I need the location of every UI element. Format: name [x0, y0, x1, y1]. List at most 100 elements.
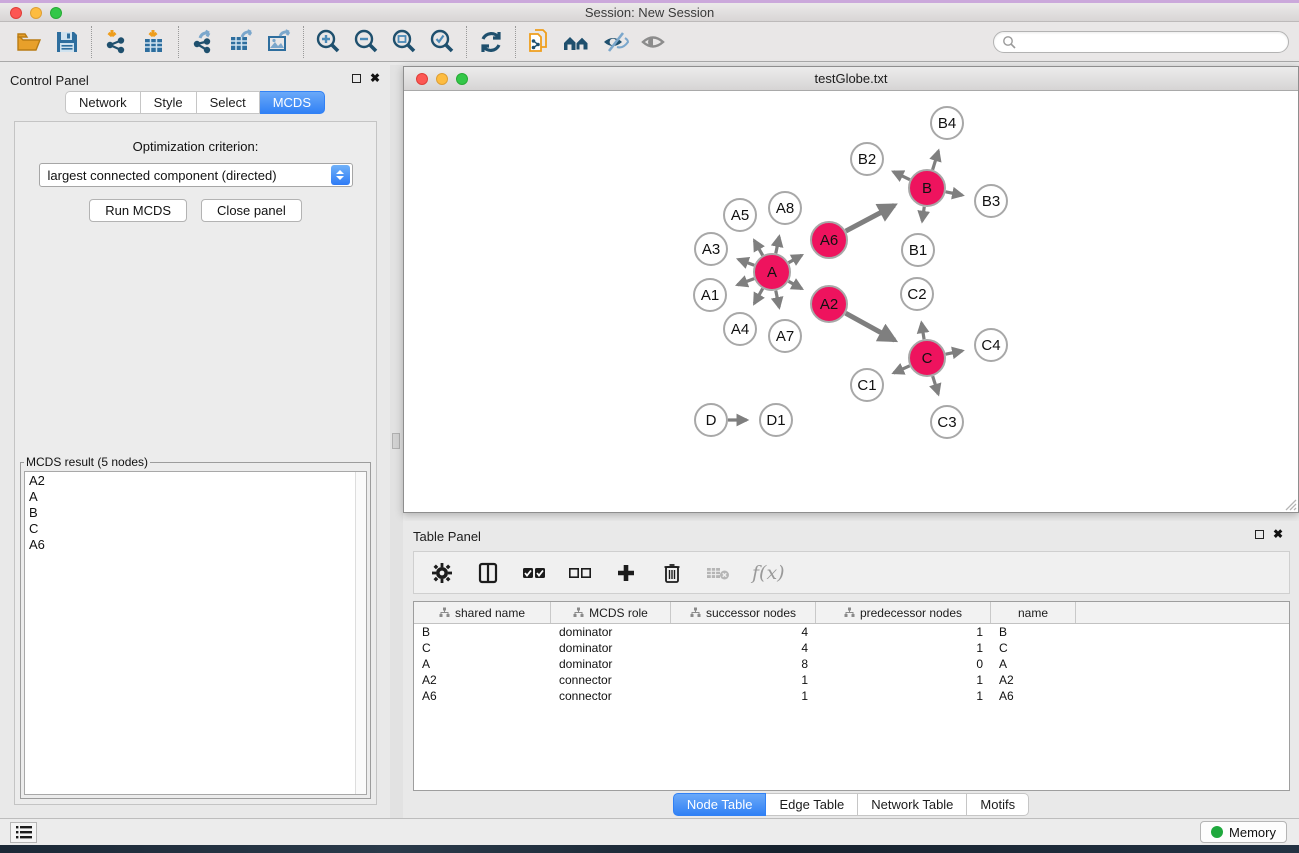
- memory-status-icon: [1211, 826, 1223, 838]
- zoom-out-icon: [352, 28, 380, 56]
- graph-node-B1[interactable]: B1: [902, 234, 934, 266]
- graph-node-C3[interactable]: C3: [931, 406, 963, 438]
- graph-node-A2[interactable]: A2: [811, 286, 847, 322]
- graph-node-C2[interactable]: C2: [901, 278, 933, 310]
- network-graph[interactable]: B4 B2 B B3 A8 A5 A6 A3 B1 A A1 C2 A2 A4 A7 C4 C C1 D D1 C3: [404, 91, 1298, 512]
- toolbar-separator: [178, 26, 179, 58]
- delete-table-button[interactable]: [706, 561, 730, 585]
- graph-node-B[interactable]: B: [909, 170, 945, 206]
- graph-node-A4[interactable]: A4: [724, 313, 756, 345]
- export-image-button[interactable]: [260, 24, 298, 60]
- tab-edge-table[interactable]: Edge Table: [766, 793, 858, 816]
- add-column-button[interactable]: [614, 561, 638, 585]
- graph-node-A6[interactable]: A6: [811, 222, 847, 258]
- export-network-button[interactable]: [184, 24, 222, 60]
- mcds-result-item[interactable]: A2: [29, 473, 366, 489]
- minimize-network-button[interactable]: [436, 73, 448, 85]
- mcds-result-list[interactable]: A2 A B C A6: [24, 471, 367, 795]
- graph-node-A5[interactable]: A5: [724, 199, 756, 231]
- zoom-network-button[interactable]: [456, 73, 468, 85]
- network-canvas[interactable]: B4 B2 B B3 A8 A5 A6 A3 B1 A A1 C2 A2 A4 A7 C4 C C1 D D1 C3: [404, 91, 1298, 512]
- float-table-panel-icon[interactable]: [1255, 530, 1264, 539]
- close-network-button[interactable]: [416, 73, 428, 85]
- memory-button[interactable]: Memory: [1200, 821, 1287, 843]
- column-header-successor-nodes[interactable]: successor nodes: [671, 602, 816, 623]
- svg-text:B1: B1: [909, 242, 927, 259]
- float-panel-icon[interactable]: [352, 74, 361, 83]
- zoom-selected-button[interactable]: [423, 24, 461, 60]
- mcds-result-item[interactable]: A: [29, 489, 366, 505]
- function-builder-button[interactable]: f(x): [752, 562, 785, 584]
- hide-selected-button[interactable]: [597, 24, 635, 60]
- split-columns-button[interactable]: [476, 561, 500, 585]
- close-panel-icon[interactable]: ✖: [370, 73, 380, 83]
- graph-node-C[interactable]: C: [909, 340, 945, 376]
- resize-grip-icon[interactable]: [1283, 497, 1297, 511]
- show-all-button[interactable]: [635, 24, 673, 60]
- close-window-button[interactable]: [10, 7, 22, 19]
- mcds-result-item[interactable]: A6: [29, 537, 366, 553]
- graph-node-B2[interactable]: B2: [851, 143, 883, 175]
- import-table-button[interactable]: [135, 24, 173, 60]
- graph-node-A8[interactable]: A8: [769, 192, 801, 224]
- graph-node-D1[interactable]: D1: [760, 404, 792, 436]
- column-header-name[interactable]: name: [991, 602, 1076, 623]
- table-row[interactable]: C dominator 4 1 C: [414, 640, 1289, 656]
- mcds-result-item[interactable]: B: [29, 505, 366, 521]
- tab-network[interactable]: Network: [65, 91, 141, 114]
- table-panel-title: Table Panel: [413, 529, 481, 544]
- graph-node-A7[interactable]: A7: [769, 320, 801, 352]
- tab-style[interactable]: Style: [141, 91, 197, 114]
- run-mcds-button[interactable]: Run MCDS: [89, 199, 187, 222]
- column-header-mcds-role[interactable]: MCDS role: [551, 602, 671, 623]
- table-row[interactable]: A6 connector 1 1 A6: [414, 688, 1289, 704]
- list-scrollbar[interactable]: [355, 472, 366, 794]
- tab-motifs[interactable]: Motifs: [967, 793, 1029, 816]
- search-input[interactable]: [1021, 35, 1280, 49]
- zoom-in-button[interactable]: [309, 24, 347, 60]
- open-file-button[interactable]: [10, 24, 48, 60]
- import-network-button[interactable]: [97, 24, 135, 60]
- network-window-titlebar[interactable]: testGlobe.txt: [404, 67, 1298, 91]
- graph-node-C1[interactable]: C1: [851, 369, 883, 401]
- deselect-all-button[interactable]: [568, 561, 592, 585]
- table-row[interactable]: A dominator 8 0 A: [414, 656, 1289, 672]
- graph-node-D[interactable]: D: [695, 404, 727, 436]
- table-row[interactable]: B dominator 4 1 B: [414, 624, 1289, 640]
- gear-icon: [431, 562, 453, 584]
- tab-network-table[interactable]: Network Table: [858, 793, 967, 816]
- mcds-result-item[interactable]: C: [29, 521, 366, 537]
- task-history-button[interactable]: [10, 822, 37, 843]
- network-from-selection-button[interactable]: [521, 24, 559, 60]
- graph-node-C4[interactable]: C4: [975, 329, 1007, 361]
- panel-splitter[interactable]: [390, 65, 403, 821]
- tab-select[interactable]: Select: [197, 91, 260, 114]
- close-table-panel-icon[interactable]: ✖: [1273, 529, 1283, 539]
- export-table-button[interactable]: [222, 24, 260, 60]
- tab-mcds[interactable]: MCDS: [260, 91, 325, 114]
- minimize-window-button[interactable]: [30, 7, 42, 19]
- gear-button[interactable]: [430, 561, 454, 585]
- search-box[interactable]: [993, 31, 1289, 53]
- svg-text:A: A: [767, 264, 777, 281]
- first-neighbors-button[interactable]: [559, 24, 597, 60]
- graph-node-A3[interactable]: A3: [695, 233, 727, 265]
- refresh-button[interactable]: [472, 24, 510, 60]
- graph-node-A1[interactable]: A1: [694, 279, 726, 311]
- zoom-window-button[interactable]: [50, 7, 62, 19]
- delete-column-button[interactable]: [660, 561, 684, 585]
- close-panel-button[interactable]: Close panel: [201, 199, 302, 222]
- column-header-predecessor-nodes[interactable]: predecessor nodes: [816, 602, 991, 623]
- splitter-handle[interactable]: [392, 433, 400, 449]
- zoom-out-button[interactable]: [347, 24, 385, 60]
- graph-node-A[interactable]: A: [754, 254, 790, 290]
- select-all-button[interactable]: [522, 561, 546, 585]
- column-header-shared-name[interactable]: shared name: [414, 602, 551, 623]
- table-row[interactable]: A2 connector 1 1 A2: [414, 672, 1289, 688]
- graph-node-B3[interactable]: B3: [975, 185, 1007, 217]
- tab-node-table[interactable]: Node Table: [673, 793, 767, 816]
- criterion-dropdown[interactable]: largest connected component (directed): [39, 163, 353, 187]
- save-session-button[interactable]: [48, 24, 86, 60]
- graph-node-B4[interactable]: B4: [931, 107, 963, 139]
- zoom-fit-button[interactable]: [385, 24, 423, 60]
